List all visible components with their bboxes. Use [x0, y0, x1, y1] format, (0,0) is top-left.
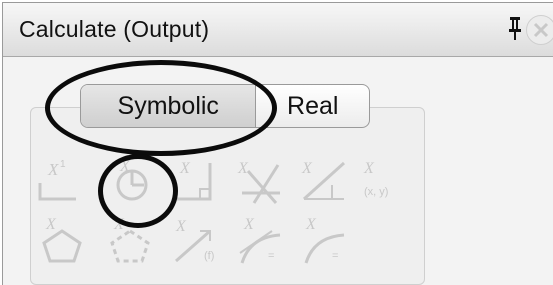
- svg-text:X: X: [237, 160, 249, 177]
- parallel-line-icon[interactable]: X: [300, 153, 352, 205]
- line-intersect-icon[interactable]: X: [234, 153, 286, 205]
- close-button[interactable]: [526, 15, 553, 45]
- svg-text:X: X: [305, 216, 317, 233]
- curve-tangent-icon[interactable]: X =: [236, 213, 288, 265]
- polygon-dashed-icon[interactable]: X: [104, 213, 156, 265]
- mode-segmented-control: Symbolic Real: [80, 84, 370, 128]
- svg-text:X: X: [113, 216, 125, 233]
- svg-text:X: X: [47, 160, 59, 179]
- svg-text:X: X: [243, 216, 255, 233]
- curve-point-icon[interactable]: X =: [300, 213, 352, 265]
- angle-icon[interactable]: X: [166, 153, 218, 205]
- svg-text:X: X: [301, 160, 313, 177]
- svg-text:X: X: [45, 216, 57, 233]
- svg-text:X: X: [179, 160, 191, 177]
- tab-real[interactable]: Real: [256, 85, 369, 127]
- panel-title: Calculate (Output): [19, 16, 210, 42]
- pentagon-icon[interactable]: X: [36, 213, 88, 265]
- circle-icon[interactable]: X: [106, 153, 158, 205]
- close-icon: [533, 22, 549, 38]
- pin-icon[interactable]: [506, 15, 524, 41]
- tab-symbolic[interactable]: Symbolic: [81, 85, 256, 127]
- svg-text:1: 1: [60, 159, 66, 170]
- svg-text:(x, y): (x, y): [364, 186, 388, 198]
- svg-text:X: X: [175, 218, 187, 235]
- svg-text:(f): (f): [204, 250, 214, 262]
- svg-text:=: =: [332, 250, 338, 262]
- svg-text:X: X: [363, 160, 375, 177]
- slope-icon[interactable]: X (f): [170, 213, 222, 265]
- panel-titlebar: Calculate (Output): [3, 3, 553, 57]
- svg-text:=: =: [268, 250, 274, 262]
- equation-line-icon[interactable]: X1: [36, 153, 88, 205]
- point-xy-icon[interactable]: X (x, y): [360, 153, 412, 205]
